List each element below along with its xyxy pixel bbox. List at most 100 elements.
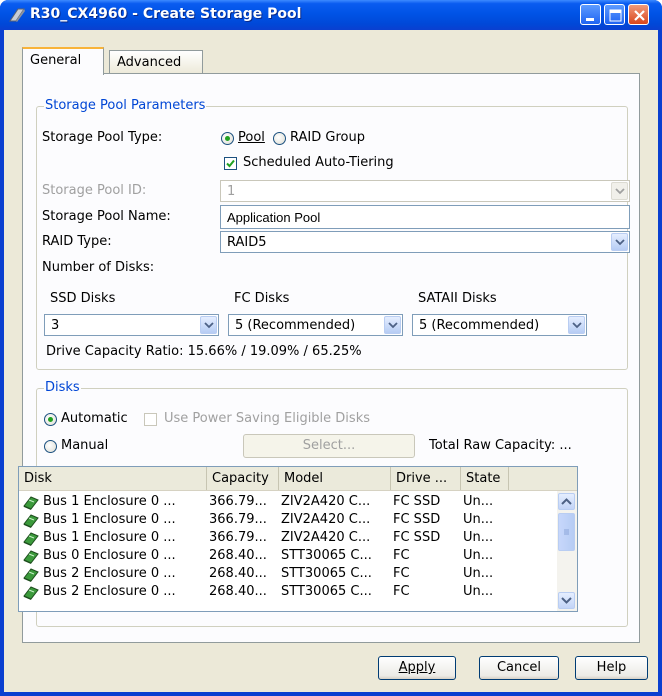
raid-type-label: RAID Type: [42,234,112,249]
ssd-disks-dropdown-button[interactable] [200,316,217,334]
column-capacity[interactable]: Capacity [207,467,279,490]
table-row[interactable]: Bus 1 Enclosure 0 ... 366.79... ZIV2A420 C… [19,529,555,547]
pool-label: Pool [238,130,265,145]
disks-table-header: Disk Capacity Model Drive ... State [19,467,577,491]
ssd-disks-value: 3 [51,318,60,333]
capacity-cell: 268.40... [209,584,267,599]
scroll-up-button[interactable] [558,493,575,510]
pool-id-dropdown-button[interactable] [611,182,628,200]
drive-type-cell: FC SSD [393,530,441,545]
model-cell: ZIV2A420 C... [281,494,371,509]
fc-disks-dropdown-button[interactable] [384,316,401,334]
disk-cell: Bus 1 Enclosure 0 ... [43,494,176,509]
ssd-disks-dropdown[interactable]: 3 [44,314,219,336]
scroll-thumb[interactable] [558,513,575,551]
automatic-radio[interactable] [44,413,57,426]
cancel-button[interactable]: Cancel [479,656,559,680]
cancel-label: Cancel [496,660,542,675]
close-button[interactable] [628,4,649,25]
disk-cell: Bus 0 Enclosure 0 ... [43,548,176,563]
table-row[interactable]: Bus 1 Enclosure 0 ... 366.79... ZIV2A420 C… [19,493,555,511]
tab-advanced[interactable]: Advanced [109,50,203,74]
raid-group-radio[interactable] [273,132,286,145]
model-cell: ZIV2A420 C... [281,530,371,545]
auto-tiering-checkbox[interactable] [224,157,237,170]
select-disks-button[interactable]: Select... [243,434,415,458]
table-row[interactable]: Bus 2 Enclosure 0 ... 268.40... STT30065 C… [19,565,555,583]
help-label: Help [596,660,627,675]
pool-id-label: Storage Pool ID: [42,183,147,198]
column-model[interactable]: Model [279,467,391,490]
disk-drive-icon [23,532,39,546]
ssd-disks-label: SSD Disks [50,291,116,306]
fc-disks-dropdown[interactable]: 5 (Recommended) [228,314,403,336]
chevron-down-icon [615,188,625,195]
disks-legend: Disks [44,380,81,395]
scroll-down-button[interactable] [558,592,575,609]
automatic-radio-label[interactable]: Automatic [61,411,128,426]
drive-type-cell: FC [393,566,410,581]
apply-button[interactable]: Apply [378,656,456,680]
manual-radio[interactable] [44,440,57,453]
sataii-disks-dropdown[interactable]: 5 (Recommended) [412,314,587,336]
sataii-disks-dropdown-button[interactable] [568,316,585,334]
sataii-disks-label: SATAII Disks [418,291,497,306]
chevron-down-icon [204,322,214,329]
num-disks-label: Number of Disks: [42,260,155,275]
capacity-cell: 268.40... [209,566,267,581]
pool-radio[interactable] [221,132,234,145]
sataii-disks-value: 5 (Recommended) [419,318,540,333]
window-title: R30_CX4960 - Create Storage Pool [30,6,302,22]
pool-type-label: Storage Pool Type: [42,130,163,145]
disks-table[interactable]: Disk Capacity Model Drive ... State Bus … [18,466,578,612]
dialog-client: General Advanced Storage Pool Parameters… [4,30,658,692]
raid-type-value: RAID5 [227,235,267,250]
state-cell: Un... [463,512,494,527]
table-row[interactable]: Bus 0 Enclosure 0 ... 268.40... STT30065 C… [19,547,555,565]
drive-type-cell: FC [393,584,410,599]
table-row[interactable]: Bus 2 Enclosure 0 ... 268.40... STT30065 C… [19,583,555,601]
disks-table-scrollbar[interactable] [557,491,577,611]
pool-id-dropdown[interactable]: 1 [220,180,630,202]
disk-cell: Bus 2 Enclosure 0 ... [43,566,176,581]
auto-tiering-label: Scheduled Auto-Tiering [243,155,394,170]
power-saving-checkbox[interactable] [144,413,157,426]
state-cell: Un... [463,494,494,509]
total-raw-capacity: Total Raw Capacity: ... [429,438,572,453]
disk-cell: Bus 1 Enclosure 0 ... [43,530,176,545]
drive-type-cell: FC SSD [393,512,441,527]
chevron-down-icon [561,597,572,604]
raid-type-dropdown-button[interactable] [611,233,628,251]
column-state[interactable]: State [461,467,509,490]
tab-general-label: General [30,53,82,68]
raid-group-radio-label[interactable]: RAID Group [290,130,365,145]
help-button[interactable]: Help [575,656,648,680]
title-bar[interactable]: R30_CX4960 - Create Storage Pool [0,0,662,30]
pool-radio-label[interactable]: Pool [238,130,265,145]
grip-icon [564,529,569,535]
model-cell: STT30065 C... [281,566,372,581]
manual-radio-label[interactable]: Manual [61,438,108,453]
tab-general[interactable]: General [22,47,104,75]
raid-type-dropdown[interactable]: RAID5 [220,231,630,253]
chevron-up-icon [561,498,572,505]
dialog-window: R30_CX4960 - Create Storage Pool General… [0,0,662,696]
pool-id-value: 1 [227,184,236,199]
minimize-button[interactable] [580,4,601,25]
column-disk[interactable]: Disk [19,467,207,490]
column-drive-type[interactable]: Drive ... [391,467,461,490]
disk-drive-icon [23,586,39,600]
disk-cell: Bus 1 Enclosure 0 ... [43,512,176,527]
table-row[interactable]: Bus 1 Enclosure 0 ... 366.79... ZIV2A420 C… [19,511,555,529]
capacity-cell: 366.79... [209,494,267,509]
pool-name-input[interactable]: Application Pool [220,205,630,229]
capacity-cell: 268.40... [209,548,267,563]
maximize-icon [609,9,622,22]
maximize-button[interactable] [604,4,625,25]
state-cell: Un... [463,548,494,563]
disk-cell: Bus 2 Enclosure 0 ... [43,584,176,599]
chevron-down-icon [388,322,398,329]
tab-advanced-label: Advanced [117,55,182,70]
chevron-down-icon [615,239,625,246]
power-saving-label: Use Power Saving Eligible Disks [164,411,370,426]
